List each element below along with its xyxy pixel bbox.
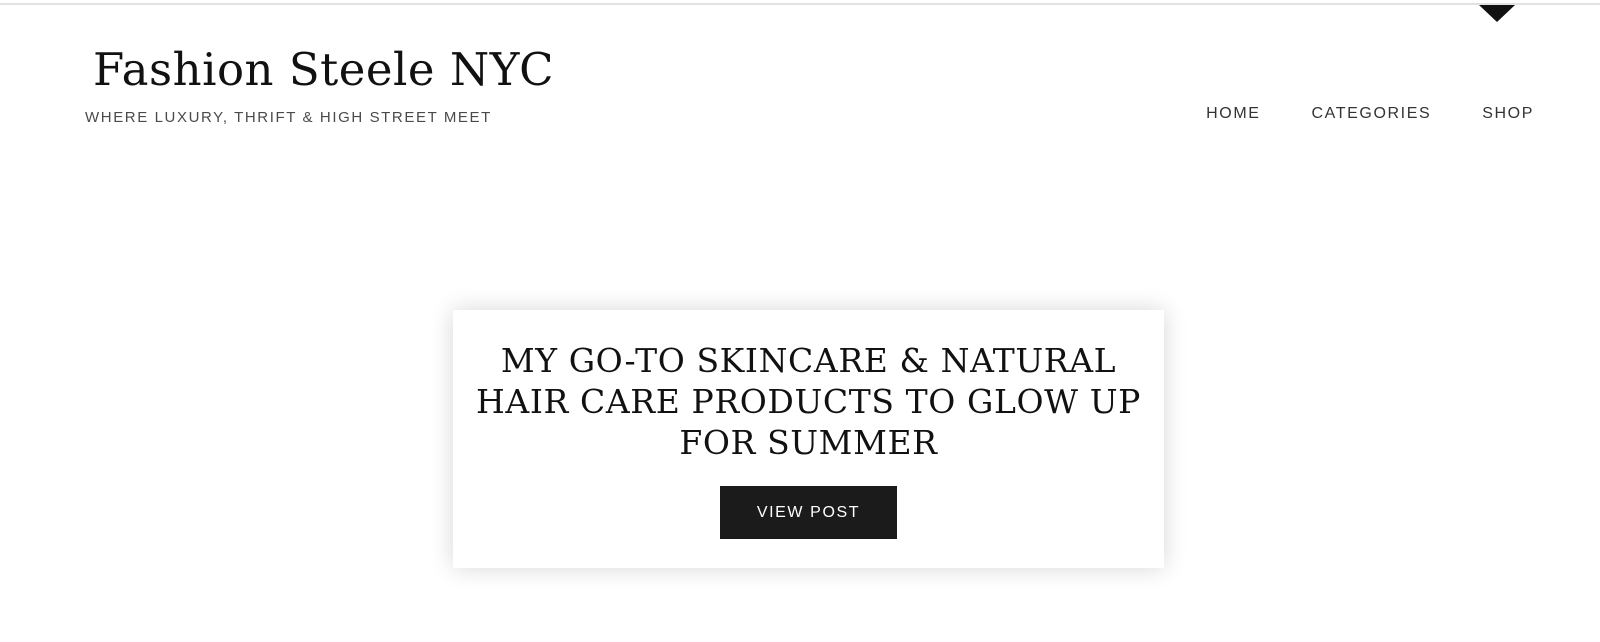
featured-post-title[interactable]: MY GO-TO SKINCARE & NATURAL HAIR CARE PR… xyxy=(471,340,1146,463)
nav-item-shop[interactable]: SHOP xyxy=(1482,103,1534,125)
site-title[interactable]: Fashion Steele NYC xyxy=(93,38,554,102)
view-post-button[interactable]: VIEW POST xyxy=(720,486,897,539)
nav-item-categories[interactable]: CATEGORIES xyxy=(1312,103,1432,125)
featured-post-card: MY GO-TO SKINCARE & NATURAL HAIR CARE PR… xyxy=(453,310,1164,568)
nav-item-home[interactable]: HOME xyxy=(1206,103,1260,125)
caret-down-icon[interactable] xyxy=(1479,5,1515,22)
top-divider xyxy=(0,3,1600,5)
main-nav: HOME CATEGORIES SHOP xyxy=(1206,103,1534,125)
site-tagline: WHERE LUXURY, THRIFT & HIGH STREET MEET xyxy=(85,109,492,126)
